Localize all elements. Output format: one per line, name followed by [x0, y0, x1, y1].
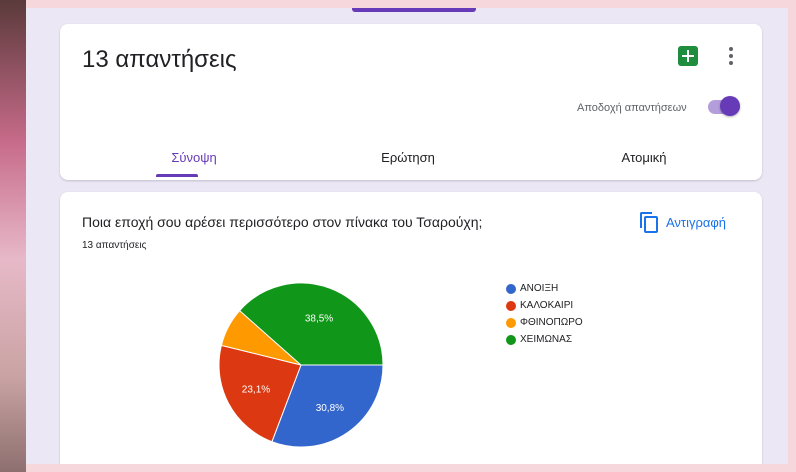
legend-label: ΦΘΙΝΟΠΩΡΟ	[520, 317, 583, 328]
question-summary-card: Ποια εποχή σου αρέσει περισσότερο στον π…	[60, 192, 762, 464]
chart-legend: ΑΝΟΙΞΗ ΚΑΛΟΚΑΙΡΙ ΦΘΙΝΟΠΩΡΟ ΧΕΙΜΩΝΑΣ	[506, 280, 583, 348]
legend-label: ΑΝΟΙΞΗ	[520, 283, 559, 294]
top-tab-indicator	[352, 8, 476, 12]
pie-chart: 30,8% 23,1% 38,5%	[218, 282, 384, 448]
legend-swatch	[506, 300, 516, 311]
copy-icon	[640, 212, 658, 233]
copy-chart-button[interactable]: Αντιγραφή	[640, 208, 726, 236]
legend-swatch	[506, 334, 516, 345]
legend-item: ΧΕΙΜΩΝΑΣ	[506, 331, 583, 348]
legend-item: ΚΑΛΟΚΑΙΡΙ	[506, 297, 583, 314]
legend-label: ΚΑΛΟΚΑΙΡΙ	[520, 300, 574, 311]
pie-data-label-1: 30,8%	[316, 403, 344, 414]
background-photo-strip	[0, 0, 26, 472]
pie-data-label-2: 23,1%	[242, 385, 270, 396]
responses-count-title: 13 απαντήσεις	[82, 46, 237, 73]
legend-label: ΧΕΙΜΩΝΑΣ	[520, 334, 572, 345]
tab-question[interactable]: Ερώτηση	[338, 150, 478, 165]
pie-data-label-4: 38,5%	[305, 313, 333, 324]
sheets-icon[interactable]	[678, 46, 698, 66]
legend-swatch	[506, 283, 516, 294]
legend-swatch	[506, 317, 516, 328]
more-options-icon[interactable]	[724, 44, 738, 68]
responses-header-card: 13 απαντήσεις Αποδοχή απαντήσεων Σύνοψη …	[60, 24, 762, 180]
forms-responses-frame: 13 απαντήσεις Αποδοχή απαντήσεων Σύνοψη …	[26, 8, 788, 464]
question-response-count: 13 απαντήσεις	[82, 240, 147, 251]
tab-summary[interactable]: Σύνοψη	[124, 150, 264, 165]
accept-responses-label: Αποδοχή απαντήσεων	[577, 102, 687, 114]
tab-individual[interactable]: Ατομική	[574, 150, 714, 165]
legend-item: ΑΝΟΙΞΗ	[506, 280, 583, 297]
legend-item: ΦΘΙΝΟΠΩΡΟ	[506, 314, 583, 331]
toggle-knob[interactable]	[720, 96, 740, 116]
copy-label: Αντιγραφή	[666, 214, 727, 230]
question-title: Ποια εποχή σου αρέσει περισσότερο στον π…	[82, 214, 483, 230]
active-tab-underline	[156, 174, 198, 177]
